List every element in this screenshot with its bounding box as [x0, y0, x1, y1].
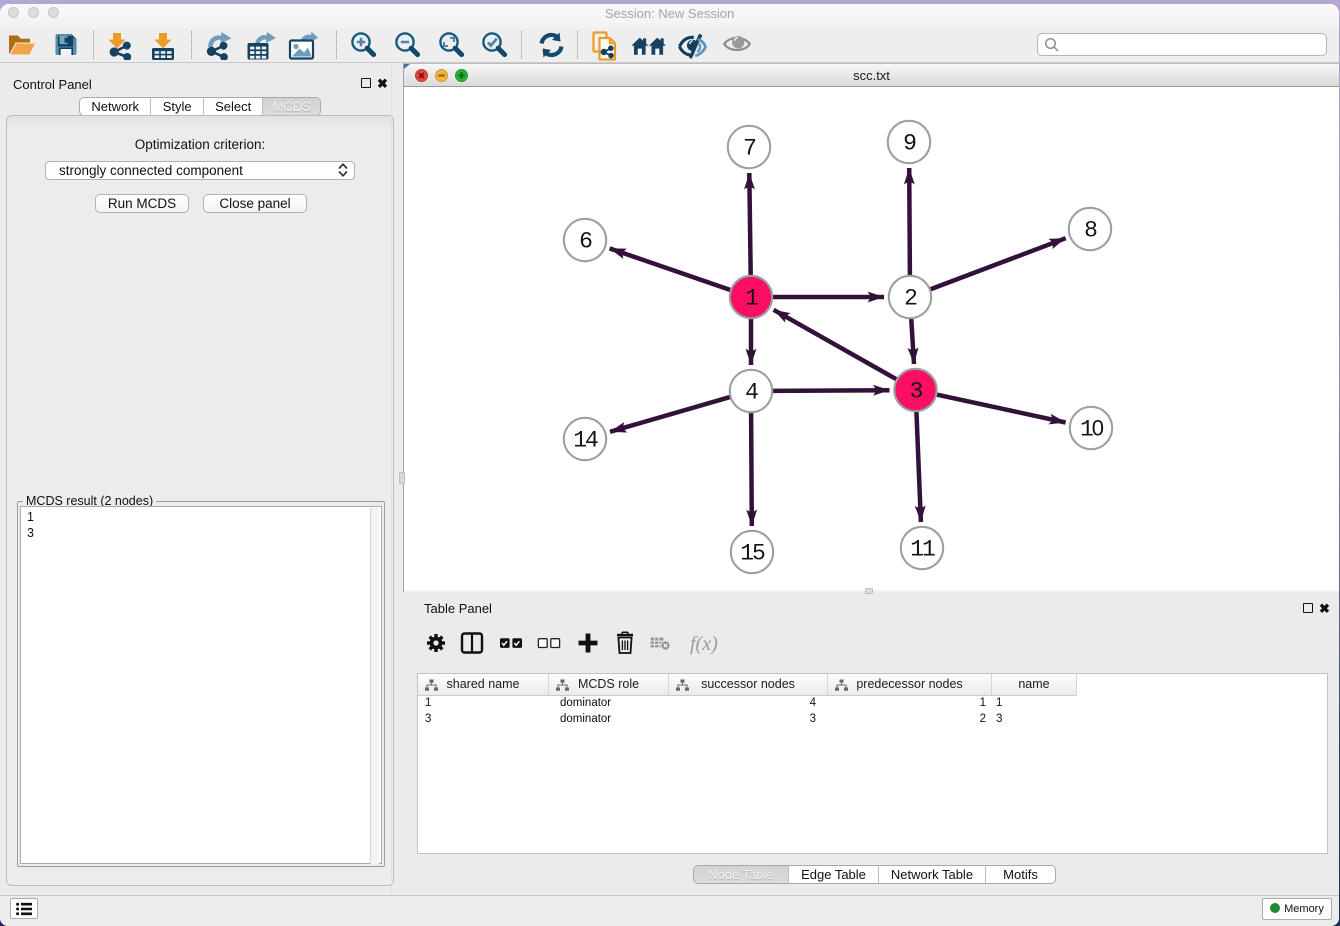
svg-text:14: 14: [573, 428, 598, 454]
svg-text:2: 2: [904, 286, 917, 312]
svg-text:8: 8: [1084, 218, 1097, 244]
svg-text:10: 10: [1080, 416, 1104, 443]
svg-text:4: 4: [745, 380, 758, 406]
svg-text:9: 9: [903, 131, 916, 157]
svg-text:11: 11: [910, 537, 935, 563]
svg-text:f(x): f(x): [690, 633, 718, 655]
svg-text:3: 3: [910, 379, 923, 405]
svg-text:7: 7: [743, 136, 755, 162]
svg-text:6: 6: [579, 229, 592, 255]
svg-text:1: 1: [745, 286, 758, 312]
svg-text:15: 15: [740, 541, 765, 567]
